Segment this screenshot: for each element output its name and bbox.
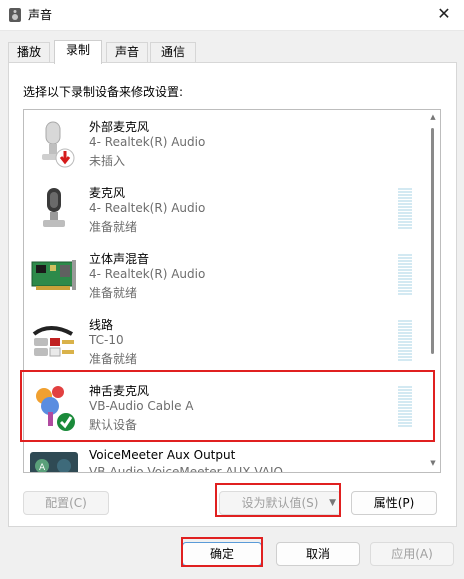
level-meter — [398, 386, 412, 430]
device-name: VoiceMeeter Aux Output — [89, 448, 236, 462]
level-meter — [398, 188, 412, 232]
device-name: 神舌麦克风 — [89, 384, 150, 398]
device-item-microphone[interactable]: 麦克风 4- Realtek(R) Audio 准备就绪 — [24, 176, 424, 242]
level-meter — [398, 254, 412, 298]
tab-recording[interactable]: 录制 — [54, 40, 102, 64]
device-list[interactable]: 外部麦克风 4- Realtek(R) Audio 未插入 麦克风 4- Rea… — [23, 109, 441, 473]
device-description: VB-Audio VoiceMeeter AUX VAIO — [89, 465, 283, 473]
device-name: 线路 — [89, 318, 114, 332]
device-status: 未插入 — [89, 154, 126, 168]
cancel-button[interactable]: 取消 — [276, 542, 360, 566]
device-status: 准备就绪 — [89, 352, 138, 366]
line-in-cable-icon — [32, 326, 74, 357]
device-item-stereo-mix[interactable]: 立体声混音 4- Realtek(R) Audio 准备就绪 — [24, 242, 424, 308]
sound-card-icon — [31, 260, 76, 290]
configure-button[interactable]: 配置(C) — [23, 491, 109, 515]
tab-communications[interactable]: 通信 — [150, 42, 196, 63]
external-microphone-icon — [42, 121, 75, 168]
microphone-icon — [43, 188, 65, 227]
properties-button[interactable]: 属性(P) — [351, 491, 437, 515]
device-item-voicemeeter-aux[interactable]: A VoiceMeeter Aux Output VB-Audio VoiceM… — [24, 440, 424, 473]
tab-playback[interactable]: 播放 — [8, 42, 50, 63]
device-name: 麦克风 — [89, 186, 126, 200]
device-description: TC-10 — [89, 333, 124, 347]
level-meter — [398, 320, 412, 364]
speaker-app-icon — [9, 8, 21, 22]
instruction-text: 选择以下录制设备来修改设置: — [23, 85, 184, 99]
device-name: 立体声混音 — [89, 252, 150, 266]
set-default-label: 设为默认值(S) — [241, 496, 319, 510]
scrollbar-thumb[interactable] — [431, 128, 434, 354]
device-name: 外部麦克风 — [89, 120, 150, 134]
device-description: 4- Realtek(R) Audio — [89, 135, 206, 149]
close-button[interactable]: ✕ — [424, 0, 464, 30]
virtual-cable-icon — [36, 386, 75, 431]
device-description: VB-Audio Cable A — [89, 399, 194, 413]
window-title: 声音 — [28, 8, 53, 22]
device-item-line-in[interactable]: 线路 TC-10 准备就绪 — [24, 308, 424, 374]
recording-panel: 选择以下录制设备来修改设置: 外部麦克风 4- Realtek(R) Audio… — [8, 62, 457, 527]
scroll-up-arrow-icon[interactable]: ▲ — [428, 112, 438, 122]
ok-button[interactable]: 确定 — [182, 542, 262, 566]
set-default-button[interactable]: 设为默认值(S) ▼ — [219, 491, 341, 515]
device-status: 默认设备 — [89, 418, 138, 432]
title-bar: 声音 ✕ — [0, 0, 464, 31]
unplugged-arrow-badge-icon — [55, 148, 75, 168]
default-checkmark-badge-icon — [57, 413, 75, 431]
device-list-scrollbar[interactable]: ▲ ▼ — [428, 112, 438, 468]
apply-button[interactable]: 应用(A) — [370, 542, 454, 566]
svg-text:A: A — [39, 463, 46, 473]
device-description: 4- Realtek(R) Audio — [89, 267, 206, 281]
device-item-default-mic[interactable]: 神舌麦克风 VB-Audio Cable A 默认设备 — [24, 374, 424, 440]
tab-strip: 播放 录制 声音 通信 — [8, 40, 458, 64]
close-icon: ✕ — [437, 4, 451, 23]
voicemeeter-icon: A — [30, 452, 78, 473]
device-item-external-mic[interactable]: 外部麦克风 4- Realtek(R) Audio 未插入 — [24, 110, 424, 176]
device-description: 4- Realtek(R) Audio — [89, 201, 206, 215]
scroll-down-arrow-icon[interactable]: ▼ — [428, 458, 438, 468]
device-status: 准备就绪 — [89, 286, 138, 300]
device-status: 准备就绪 — [89, 220, 138, 234]
dropdown-arrow-icon[interactable]: ▼ — [329, 492, 336, 514]
tab-sounds[interactable]: 声音 — [106, 42, 148, 63]
